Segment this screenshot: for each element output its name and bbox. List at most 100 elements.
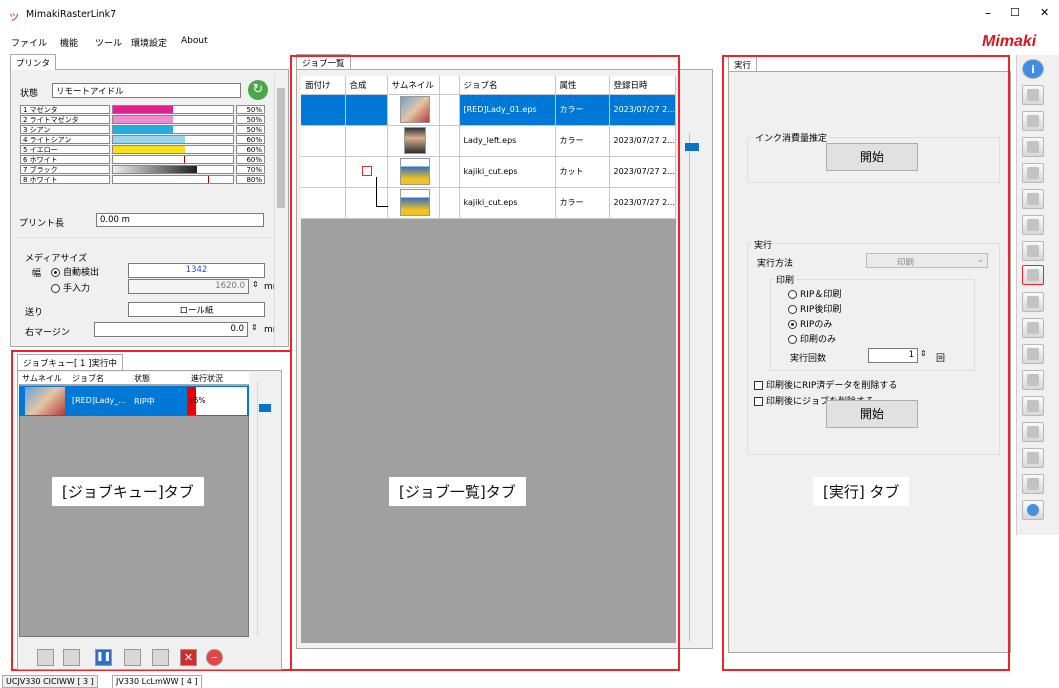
menu-function[interactable]: 機能	[60, 36, 78, 49]
job-row[interactable]: [RED]Lady_01.eps カラー 2023/07/27 2...	[301, 94, 676, 126]
target-icon[interactable]	[1022, 370, 1044, 390]
tile-icon[interactable]	[1022, 189, 1044, 209]
menu-settings[interactable]: 環境設定	[131, 36, 167, 49]
ink-level-fill	[113, 156, 185, 163]
printer-tab-2[interactable]: JV330 LcLmWW [ 4 ]	[112, 675, 202, 688]
execute-icon[interactable]	[1022, 265, 1044, 285]
ink-percent: 70%	[236, 165, 265, 174]
close-button[interactable]: ✕	[1040, 6, 1049, 19]
joblist-slider-handle[interactable]	[685, 143, 699, 151]
mimaki-logo: Mimaki	[982, 33, 1037, 50]
menu-file[interactable]: ファイル	[11, 36, 47, 49]
manual-radio[interactable]: 手入力	[51, 281, 90, 294]
job-thumbnail	[387, 94, 440, 126]
job-row[interactable]: kajiki_cut.eps カラー 2023/07/27 2...	[301, 187, 676, 219]
manual-label: 手入力	[63, 284, 91, 294]
job-date: 2023/07/27 2...	[609, 94, 676, 126]
col-thumbnail: サムネイル	[387, 76, 440, 95]
trash-icon[interactable]	[1022, 474, 1044, 494]
ink-row: 5 イエロー 60%	[20, 145, 265, 154]
copy-icon[interactable]	[1022, 241, 1044, 261]
job-thumbnail	[387, 125, 440, 157]
tab-execute[interactable]: 実行	[728, 56, 758, 72]
job-row[interactable]: kajiki_cut.eps カット 2023/07/27 2...	[301, 156, 676, 188]
method-select[interactable]: 印刷 ⌄	[866, 253, 988, 268]
move-down-button[interactable]	[63, 649, 80, 666]
col-imposition: 面付け	[301, 76, 346, 95]
ink-percent: 60%	[236, 135, 265, 144]
status-label: 状態	[20, 89, 39, 99]
ink-percent: 60%	[236, 155, 265, 164]
pause-button[interactable]: ❚❚	[95, 649, 112, 666]
progress-text: 15%	[189, 396, 206, 405]
skip-button[interactable]	[152, 649, 169, 666]
option-print-after-rip[interactable]: RIP後印刷	[788, 302, 841, 315]
queue-slider[interactable]	[257, 383, 272, 635]
ink-row: 3 シアン 50%	[20, 125, 265, 134]
tab-job-list[interactable]: ジョブ一覧	[296, 54, 351, 70]
col-thumbnail: サムネイル	[22, 374, 62, 383]
maximize-button[interactable]: ☐	[1010, 6, 1020, 19]
job-name: [RED]Lady_01.eps	[459, 94, 556, 126]
job-row[interactable]: Lady_left.eps カラー 2023/07/27 2...	[301, 125, 676, 157]
execute-start-button[interactable]: 開始	[826, 400, 918, 428]
document-icon[interactable]	[1022, 422, 1044, 442]
stop-button[interactable]: –	[206, 649, 223, 666]
page-icon[interactable]	[1022, 163, 1044, 183]
merge-icon[interactable]	[1022, 292, 1044, 312]
scroll-thumb[interactable]	[277, 88, 285, 208]
printer-scrollbar[interactable]	[274, 74, 287, 346]
joblist-slider[interactable]	[685, 133, 705, 641]
option-print-only[interactable]: 印刷のみ	[788, 332, 836, 345]
help-icon[interactable]	[1022, 500, 1044, 520]
option-rip-print[interactable]: RIP＆印刷	[788, 287, 841, 300]
ink-percent: 50%	[236, 125, 265, 134]
manual-spin-icon[interactable]: ⇕	[252, 280, 259, 289]
slider-handle[interactable]	[259, 404, 271, 412]
execute-group-label: 実行	[752, 238, 775, 251]
printer-tab-1[interactable]: UCJV330 CICIWW [ 3 ]	[2, 675, 98, 688]
star-icon[interactable]	[1022, 396, 1044, 416]
ink-level-bar	[112, 125, 234, 134]
option-label: RIP後印刷	[800, 305, 842, 315]
layers-icon[interactable]	[1022, 344, 1044, 364]
menu-tools[interactable]: ツール	[95, 36, 122, 49]
tab-printer[interactable]: プリンタ	[10, 54, 57, 70]
estimate-start-button[interactable]: 開始	[826, 143, 918, 171]
layout-icon[interactable]	[1022, 85, 1044, 105]
margin-spin-icon[interactable]: ⇕	[251, 323, 258, 332]
crop-icon[interactable]	[1022, 137, 1044, 157]
count-unit: 回	[936, 354, 946, 364]
ink-level-fill	[113, 146, 185, 153]
tab-job-queue[interactable]: ジョブキュー[ 1 ]実行中	[17, 354, 123, 370]
feed-field: ロール紙	[128, 302, 265, 317]
auto-detect-radio[interactable]: 自動検出	[51, 265, 99, 278]
count-spin-icon[interactable]: ⇕	[920, 349, 927, 358]
count-field[interactable]: 1	[868, 348, 918, 363]
info-icon[interactable]: i	[1022, 59, 1044, 79]
menu-about[interactable]: About	[181, 36, 208, 46]
resume-button[interactable]	[124, 649, 141, 666]
delete-rip-option[interactable]: 印刷後にRIP済データを削除する	[754, 378, 897, 391]
cut-icon[interactable]	[1022, 318, 1044, 338]
manual-width-value: 1620.0	[215, 281, 245, 291]
refresh-icon[interactable]: ↻	[248, 80, 268, 100]
job-attr: カラー	[555, 125, 610, 157]
rotate-icon[interactable]	[1022, 448, 1044, 468]
queue-row[interactable]: [RED]Lady_... RIP中 15%	[19, 386, 249, 416]
search-icon[interactable]	[1022, 111, 1044, 131]
option-rip-only[interactable]: RIPのみ	[788, 317, 832, 330]
option-label: RIP＆印刷	[800, 290, 842, 300]
job-date: 2023/07/27 2...	[609, 125, 676, 157]
col-progress: 進行状況	[191, 374, 223, 383]
ink-row: 2 ライトマゼンタ 50%	[20, 115, 265, 124]
cancel-job-button[interactable]: ✕	[180, 649, 197, 666]
manual-width-field[interactable]: 1620.0	[128, 279, 249, 294]
grid-icon[interactable]	[1022, 215, 1044, 235]
execute-caption: [実行] タブ	[813, 477, 910, 506]
minimize-button[interactable]: –	[985, 6, 991, 20]
right-margin-label: 右マージン	[25, 328, 70, 338]
move-up-button[interactable]	[37, 649, 54, 666]
ink-level-bar	[112, 115, 234, 124]
right-margin-field[interactable]: 0.0	[94, 322, 248, 337]
